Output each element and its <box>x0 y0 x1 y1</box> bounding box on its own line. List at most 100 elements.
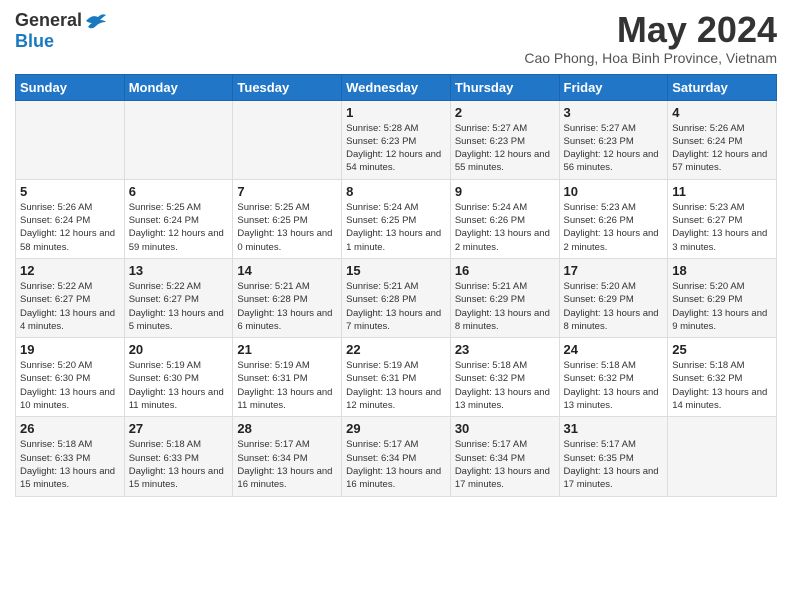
day-info: Sunrise: 5:21 AM Sunset: 6:29 PM Dayligh… <box>455 280 555 333</box>
day-info: Sunrise: 5:20 AM Sunset: 6:30 PM Dayligh… <box>20 359 120 412</box>
day-info: Sunrise: 5:24 AM Sunset: 6:25 PM Dayligh… <box>346 201 446 254</box>
day-number: 20 <box>129 342 229 357</box>
day-info: Sunrise: 5:17 AM Sunset: 6:34 PM Dayligh… <box>455 438 555 491</box>
day-info: Sunrise: 5:17 AM Sunset: 6:34 PM Dayligh… <box>346 438 446 491</box>
day-number: 15 <box>346 263 446 278</box>
table-row: 20Sunrise: 5:19 AM Sunset: 6:30 PM Dayli… <box>124 338 233 417</box>
day-number: 14 <box>237 263 337 278</box>
logo-text: General <box>15 10 106 31</box>
day-number: 8 <box>346 184 446 199</box>
calendar-week-row: 12 Sunrise: 5:22 AM Sunset: 6:27 PM Dayli… <box>16 258 777 337</box>
table-row: 27 Sunrise: 5:18 AM Sunset: 6:33 PM Dayli… <box>124 417 233 496</box>
day-number: 24 <box>564 342 664 357</box>
day-number: 26 <box>20 421 120 436</box>
table-row <box>668 417 777 496</box>
day-number: 27 <box>129 421 229 436</box>
day-info: Sunrise: 5:22 AM Sunset: 6:27 PM Dayligh… <box>20 280 120 333</box>
header-thursday: Thursday <box>450 74 559 100</box>
table-row: 21 Sunrise: 5:19 AM Sunset: 6:31 PM Dayli… <box>233 338 342 417</box>
logo: General Blue <box>15 10 106 52</box>
day-number: 17 <box>564 263 664 278</box>
day-number: 5 <box>20 184 120 199</box>
table-row <box>233 100 342 179</box>
day-number: 25 <box>672 342 772 357</box>
header-saturday: Saturday <box>668 74 777 100</box>
table-row: 22Sunrise: 5:19 AM Sunset: 6:31 PM Dayli… <box>342 338 451 417</box>
table-row: 9 Sunrise: 5:24 AM Sunset: 6:26 PM Daylig… <box>450 179 559 258</box>
day-info: Sunrise: 5:17 AM Sunset: 6:34 PM Dayligh… <box>237 438 337 491</box>
calendar-header: Sunday Monday Tuesday Wednesday Thursday… <box>16 74 777 100</box>
day-info: Sunrise: 5:24 AM Sunset: 6:26 PM Dayligh… <box>455 201 555 254</box>
day-number: 2 <box>455 105 555 120</box>
day-info: Sunrise: 5:23 AM Sunset: 6:26 PM Dayligh… <box>564 201 664 254</box>
table-row: 14Sunrise: 5:21 AM Sunset: 6:28 PM Dayli… <box>233 258 342 337</box>
page: General Blue May 2024 Cao Phong, Hoa Bin… <box>0 0 792 612</box>
day-info: Sunrise: 5:26 AM Sunset: 6:24 PM Dayligh… <box>20 201 120 254</box>
day-number: 31 <box>564 421 664 436</box>
day-number: 16 <box>455 263 555 278</box>
table-row: 8 Sunrise: 5:24 AM Sunset: 6:25 PM Daylig… <box>342 179 451 258</box>
table-row: 15 Sunrise: 5:21 AM Sunset: 6:28 PM Dayli… <box>342 258 451 337</box>
table-row: 19Sunrise: 5:20 AM Sunset: 6:30 PM Dayli… <box>16 338 125 417</box>
table-row: 5 Sunrise: 5:26 AM Sunset: 6:24 PM Daylig… <box>16 179 125 258</box>
calendar-body: 1Sunrise: 5:28 AM Sunset: 6:23 PM Daylig… <box>16 100 777 496</box>
table-row: 18Sunrise: 5:20 AM Sunset: 6:29 PM Dayli… <box>668 258 777 337</box>
table-row: 4 Sunrise: 5:26 AM Sunset: 6:24 PM Daylig… <box>668 100 777 179</box>
day-number: 18 <box>672 263 772 278</box>
day-number: 9 <box>455 184 555 199</box>
day-number: 21 <box>237 342 337 357</box>
table-row: 26Sunrise: 5:18 AM Sunset: 6:33 PM Dayli… <box>16 417 125 496</box>
table-row: 10Sunrise: 5:23 AM Sunset: 6:26 PM Dayli… <box>559 179 668 258</box>
day-number: 23 <box>455 342 555 357</box>
calendar-table: Sunday Monday Tuesday Wednesday Thursday… <box>15 74 777 497</box>
day-number: 3 <box>564 105 664 120</box>
table-row: 6Sunrise: 5:25 AM Sunset: 6:24 PM Daylig… <box>124 179 233 258</box>
table-row: 11Sunrise: 5:23 AM Sunset: 6:27 PM Dayli… <box>668 179 777 258</box>
month-title: May 2024 <box>524 10 777 50</box>
header-tuesday: Tuesday <box>233 74 342 100</box>
day-info: Sunrise: 5:22 AM Sunset: 6:27 PM Dayligh… <box>129 280 229 333</box>
day-info: Sunrise: 5:20 AM Sunset: 6:29 PM Dayligh… <box>564 280 664 333</box>
table-row: 7Sunrise: 5:25 AM Sunset: 6:25 PM Daylig… <box>233 179 342 258</box>
logo-general: General <box>15 10 82 31</box>
day-number: 29 <box>346 421 446 436</box>
header-monday: Monday <box>124 74 233 100</box>
day-info: Sunrise: 5:19 AM Sunset: 6:31 PM Dayligh… <box>237 359 337 412</box>
table-row: 29 Sunrise: 5:17 AM Sunset: 6:34 PM Dayli… <box>342 417 451 496</box>
table-row: 1Sunrise: 5:28 AM Sunset: 6:23 PM Daylig… <box>342 100 451 179</box>
day-info: Sunrise: 5:18 AM Sunset: 6:32 PM Dayligh… <box>564 359 664 412</box>
table-row: 23 Sunrise: 5:18 AM Sunset: 6:32 PM Dayli… <box>450 338 559 417</box>
table-row: 30 Sunrise: 5:17 AM Sunset: 6:34 PM Dayli… <box>450 417 559 496</box>
day-info: Sunrise: 5:28 AM Sunset: 6:23 PM Dayligh… <box>346 122 446 175</box>
header-wednesday: Wednesday <box>342 74 451 100</box>
table-row: 31Sunrise: 5:17 AM Sunset: 6:35 PM Dayli… <box>559 417 668 496</box>
table-row: 2 Sunrise: 5:27 AM Sunset: 6:23 PM Daylig… <box>450 100 559 179</box>
day-info: Sunrise: 5:18 AM Sunset: 6:32 PM Dayligh… <box>672 359 772 412</box>
day-info: Sunrise: 5:18 AM Sunset: 6:32 PM Dayligh… <box>455 359 555 412</box>
day-info: Sunrise: 5:27 AM Sunset: 6:23 PM Dayligh… <box>455 122 555 175</box>
table-row: 25 Sunrise: 5:18 AM Sunset: 6:32 PM Dayli… <box>668 338 777 417</box>
header-sunday: Sunday <box>16 74 125 100</box>
subtitle: Cao Phong, Hoa Binh Province, Vietnam <box>524 50 777 66</box>
day-number: 30 <box>455 421 555 436</box>
header: General Blue May 2024 Cao Phong, Hoa Bin… <box>15 10 777 66</box>
day-number: 4 <box>672 105 772 120</box>
calendar-week-row: 19Sunrise: 5:20 AM Sunset: 6:30 PM Dayli… <box>16 338 777 417</box>
table-row: 24 Sunrise: 5:18 AM Sunset: 6:32 PM Dayli… <box>559 338 668 417</box>
day-number: 11 <box>672 184 772 199</box>
table-row <box>124 100 233 179</box>
table-row: 3Sunrise: 5:27 AM Sunset: 6:23 PM Daylig… <box>559 100 668 179</box>
table-row: 16 Sunrise: 5:21 AM Sunset: 6:29 PM Dayli… <box>450 258 559 337</box>
day-number: 12 <box>20 263 120 278</box>
table-row <box>16 100 125 179</box>
day-info: Sunrise: 5:26 AM Sunset: 6:24 PM Dayligh… <box>672 122 772 175</box>
table-row: 28Sunrise: 5:17 AM Sunset: 6:34 PM Dayli… <box>233 417 342 496</box>
day-number: 22 <box>346 342 446 357</box>
day-info: Sunrise: 5:21 AM Sunset: 6:28 PM Dayligh… <box>346 280 446 333</box>
day-number: 6 <box>129 184 229 199</box>
title-area: May 2024 Cao Phong, Hoa Binh Province, V… <box>524 10 777 66</box>
weekday-header-row: Sunday Monday Tuesday Wednesday Thursday… <box>16 74 777 100</box>
calendar-week-row: 26 Sunrise: 5:18 AM Sunset: 6:33 PM Dayli… <box>16 417 777 496</box>
day-info: Sunrise: 5:18 AM Sunset: 6:33 PM Dayligh… <box>129 438 229 491</box>
header-friday: Friday <box>559 74 668 100</box>
